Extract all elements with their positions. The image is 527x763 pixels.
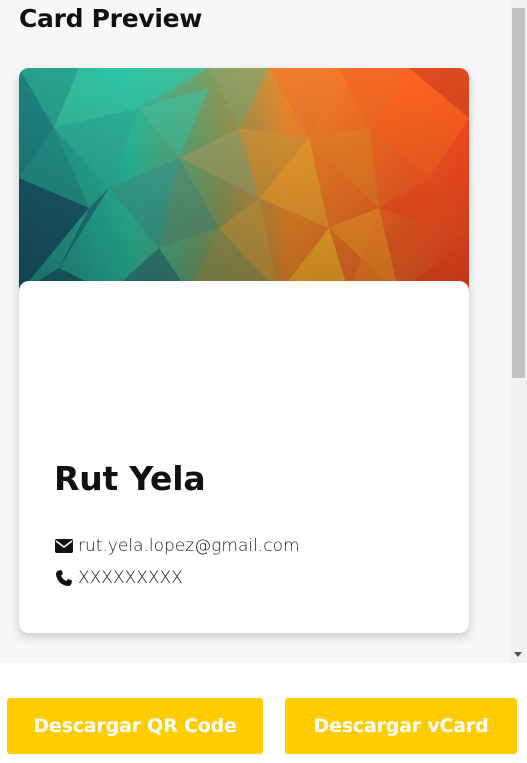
card-preview-panel: Card Preview Rut Yela rut.yela.lopez@gma… bbox=[0, 0, 527, 663]
download-vcard-button[interactable]: Descargar vCard bbox=[285, 698, 517, 754]
person-name: Rut Yela bbox=[54, 459, 206, 498]
scroll-down-arrow-icon[interactable] bbox=[514, 652, 522, 657]
card-body: Rut Yela rut.yela.lopez@gmail.com XXXXXX… bbox=[19, 281, 469, 633]
business-card: Rut Yela rut.yela.lopez@gmail.com XXXXXX… bbox=[19, 68, 469, 633]
phone-text: XXXXXXXXX bbox=[78, 568, 183, 588]
phone-row: XXXXXXXXX bbox=[54, 568, 183, 588]
section-title: Card Preview bbox=[19, 4, 203, 33]
email-text: rut.yela.lopez@gmail.com bbox=[78, 536, 300, 556]
card-banner-image bbox=[19, 68, 469, 293]
phone-icon bbox=[54, 569, 73, 588]
email-row: rut.yela.lopez@gmail.com bbox=[54, 536, 300, 556]
envelope-icon bbox=[54, 537, 73, 556]
download-qr-code-button[interactable]: Descargar QR Code bbox=[7, 698, 263, 754]
vertical-scrollbar[interactable] bbox=[510, 0, 527, 663]
scrollbar-thumb[interactable] bbox=[512, 8, 525, 378]
